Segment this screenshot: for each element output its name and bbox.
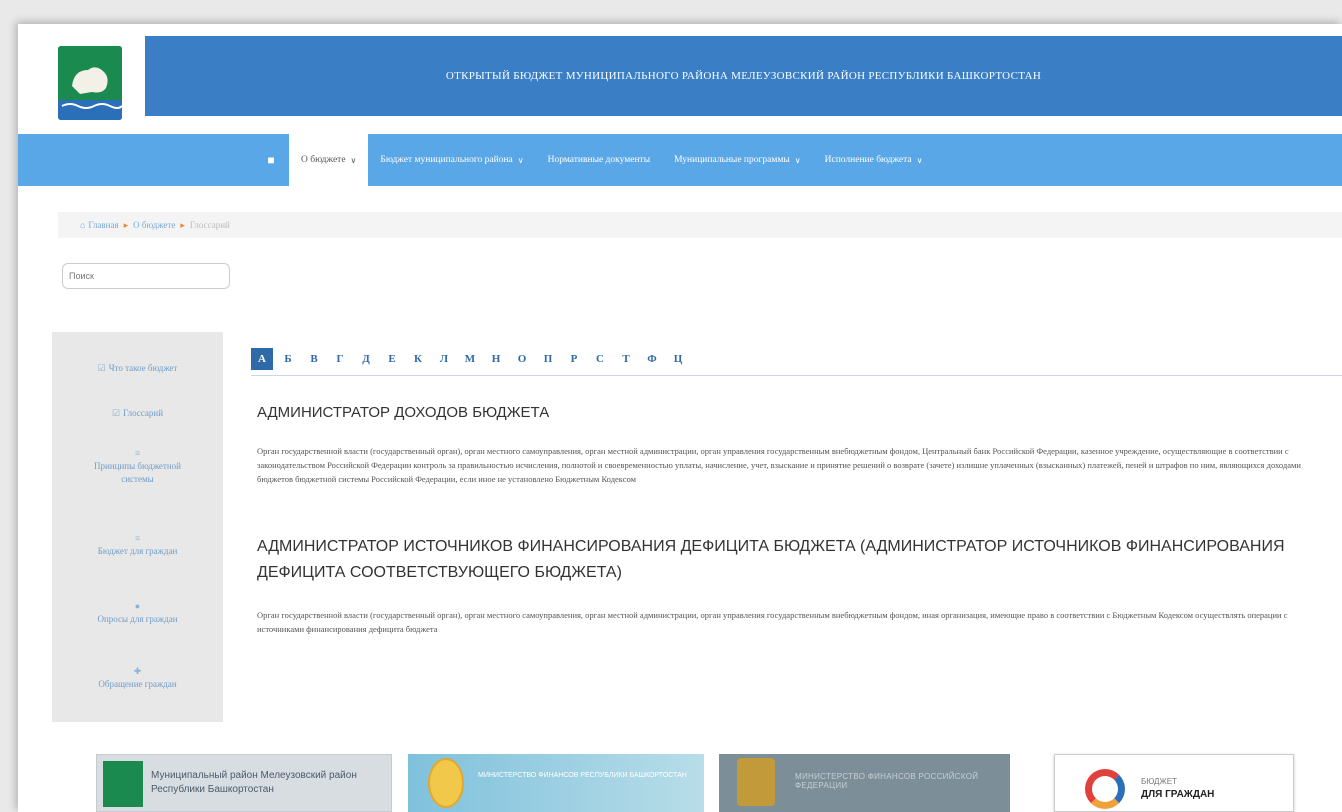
home-icon[interactable]: ■: [253, 134, 289, 186]
letter-filter[interactable]: М: [459, 348, 481, 370]
search-input[interactable]: [62, 263, 230, 289]
poll-icon: ●: [134, 601, 141, 611]
banner-label: МИНИСТЕРСТВО ФИНАНСОВ РОССИЙСКОЙ ФЕДЕРАЦ…: [795, 772, 979, 790]
list-icon: ≡: [134, 448, 141, 458]
sidebar-item-budget-for-citizens[interactable]: ≡ Бюджет для граждан: [52, 532, 223, 558]
term-title: АДМИНИСТРАТОР ИСТОЧНИКОВ ФИНАНСИРОВАНИЯ …: [257, 538, 1285, 581]
nav-item-municipal-programs[interactable]: Муниципальные программы ∨: [662, 134, 813, 186]
sidebar-item-glossary[interactable]: ☑ Глоссарий: [52, 407, 223, 420]
letter-filter[interactable]: С: [589, 348, 611, 370]
term-definition: Орган государственной власти (государств…: [257, 446, 1301, 484]
nav-item-label: О бюджете: [301, 155, 346, 165]
nav-item-label: Нормативные документы: [547, 155, 651, 165]
partner-banners: Муниципальный район Мелеузовский район Р…: [18, 754, 1342, 812]
letter-filter[interactable]: Д: [355, 348, 377, 370]
breadcrumb-separator: ▸: [123, 219, 129, 230]
check-icon: ☑: [111, 408, 121, 418]
banner-label: ДЛЯ ГРАЖДАН: [1141, 789, 1215, 800]
sidebar-item-citizen-appeals[interactable]: ✚ Обращение граждан: [52, 665, 223, 691]
nav-item-budget-execution[interactable]: Исполнение бюджета ∨: [813, 134, 935, 186]
breadcrumb-home-icon: ⌂: [80, 220, 86, 230]
check-icon: ☑: [97, 363, 106, 373]
sidebar: ☑ Что такое бюджет ☑ Глоссарий ≡ Принципы …: [52, 332, 223, 722]
nav-item-label: Бюджет муниципального района: [380, 155, 513, 165]
sidebar-item-label: Обращение граждан: [98, 679, 177, 689]
letter-filter[interactable]: А: [251, 347, 273, 370]
breadcrumb: ⌂ Главная ▸ О бюджете ▸ Глоссарий: [58, 212, 1342, 238]
chevron-down-icon: ∨: [794, 155, 801, 165]
nav-item-label: Муниципальные программы: [674, 155, 790, 165]
nav-item-normative-docs[interactable]: Нормативные документы: [536, 134, 662, 186]
coat-of-arms-icon: [58, 46, 122, 120]
letter-filter[interactable]: Б: [277, 348, 299, 370]
breadcrumb-current: Глоссарий: [189, 220, 230, 230]
sidebar-item-label: Глоссарий: [123, 408, 164, 418]
sidebar-item-label: Опросы для граждан: [97, 614, 178, 624]
letter-filter[interactable]: Л: [433, 348, 455, 370]
term-title: АДМИНИСТРАТОР ДОХОДОВ БЮДЖЕТА: [257, 404, 550, 421]
banner-russia-finance[interactable]: МИНИСТЕРСТВО ФИНАНСОВ РОССИЙСКОЙ ФЕДЕРАЦ…: [719, 754, 1010, 812]
banner-label: МИНИСТЕРСТВО ФИНАНСОВ РЕСПУБЛИКИ БАШКОРТ…: [478, 772, 687, 779]
banner-bashkortostan-finance[interactable]: МИНИСТЕРСТВО ФИНАНСОВ РЕСПУБЛИКИ БАШКОРТ…: [408, 754, 704, 812]
nav-item-about-budget[interactable]: О бюджете ∨: [289, 134, 369, 186]
letter-filter[interactable]: Н: [485, 348, 507, 370]
sidebar-item-label: Бюджет для граждан: [97, 546, 178, 556]
user-icon: ✚: [133, 666, 142, 676]
nav-item-label: Исполнение бюджета: [824, 155, 912, 165]
chevron-down-icon: ∨: [517, 155, 524, 165]
site-header: ОТКРЫТЫЙ БЮДЖЕТ МУНИЦИПАЛЬНОГО РАЙОНА МЕ…: [18, 24, 1342, 134]
letter-filter[interactable]: Ц: [667, 348, 689, 370]
site-title: ОТКРЫТЫЙ БЮДЖЕТ МУНИЦИПАЛЬНОГО РАЙОНА МЕ…: [445, 70, 1042, 82]
sidebar-item-principles[interactable]: ≡ Принципы бюджетной системы: [52, 447, 223, 486]
banner-label: БЮДЖЕТ: [1141, 777, 1178, 786]
letter-filter[interactable]: Г: [329, 348, 351, 370]
site-title-band: ОТКРЫТЫЙ БЮДЖЕТ МУНИЦИПАЛЬНОГО РАЙОНА МЕ…: [145, 36, 1342, 116]
breadcrumb-home[interactable]: Главная: [88, 220, 118, 230]
sidebar-item-label: Принципы бюджетной системы: [94, 461, 181, 484]
breadcrumb-section[interactable]: О бюджете: [133, 220, 175, 230]
nav-item-municipal-budget[interactable]: Бюджет муниципального района ∨: [368, 134, 535, 186]
banner-label: Муниципальный район Мелеузовский район Р…: [151, 770, 357, 795]
sidebar-item-what-is-budget[interactable]: ☑ Что такое бюджет: [52, 362, 223, 375]
letter-filter[interactable]: К: [407, 348, 429, 370]
ring-logo-icon: [1085, 769, 1125, 809]
letter-filter[interactable]: Т: [615, 348, 637, 370]
main-navbar: ■ О бюджете ∨ Бюджет муниципального райо…: [18, 134, 1342, 186]
letter-filter[interactable]: О: [511, 348, 533, 370]
letter-filter[interactable]: Ф: [641, 348, 663, 370]
letter-filter[interactable]: П: [537, 348, 559, 370]
banner-municipal-district[interactable]: Муниципальный район Мелеузовский район Р…: [96, 754, 392, 812]
page: ОТКРЫТЫЙ БЮДЖЕТ МУНИЦИПАЛЬНОГО РАЙОНА МЕ…: [18, 24, 1342, 812]
letter-filter[interactable]: В: [303, 348, 325, 370]
chevron-down-icon: ∨: [350, 155, 357, 165]
site-logo[interactable]: [58, 46, 122, 120]
emblem-icon: [737, 758, 775, 806]
sidebar-item-label: Что такое бюджет: [108, 363, 178, 373]
letter-filter[interactable]: Е: [381, 348, 403, 370]
breadcrumb-separator: ▸: [180, 219, 185, 230]
letter-filter[interactable]: Р: [563, 348, 585, 370]
emblem-icon: [428, 758, 464, 808]
alphabet-filter: А Б В Г Д Е К Л М Н О П Р С Т Ф Ц: [251, 342, 1342, 376]
banner-budget-for-citizens[interactable]: БЮДЖЕТ ДЛЯ ГРАЖДАН: [1054, 754, 1294, 812]
coat-of-arms-icon: [103, 761, 143, 807]
sidebar-item-polls[interactable]: ● Опросы для граждан: [52, 600, 223, 626]
term-definition: Орган государственной власти (государств…: [257, 610, 1288, 634]
document-icon: ≡: [134, 533, 141, 543]
chevron-down-icon: ∨: [916, 155, 923, 165]
